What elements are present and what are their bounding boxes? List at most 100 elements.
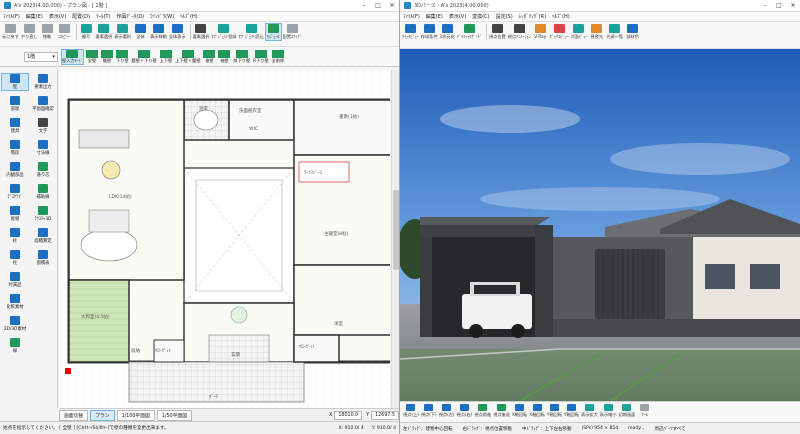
plan-vertical-scrollbar[interactable] <box>391 70 399 408</box>
menu-help[interactable]: ﾍﾙﾌﾟ(H) <box>552 13 570 20</box>
menu-settings[interactable]: 設定(S) <box>496 13 513 20</box>
y-rotate-plus-button[interactable]: Y軸回転 <box>547 404 562 418</box>
module-button[interactable]: ﾓｼﾞｭｰﾙ <box>264 23 282 41</box>
menu-tools[interactable]: ﾂｰﾙ(T) <box>96 13 110 20</box>
fit-view-button[interactable]: 全体表示 <box>169 24 186 40</box>
floor-plan-canvas[interactable]: 浴室 洗面脱衣室 LDK(14帖) 書斎(1帖) ﾜｰｸｽﾍﾟｰｽ 主寝室(8帖… <box>59 70 390 408</box>
undo-button[interactable]: 元に戻す <box>2 24 19 40</box>
menu-place[interactable]: 配置(D) <box>72 13 90 20</box>
full-wall-button[interactable]: 全壁 <box>85 49 98 64</box>
copy-button[interactable]: コピー <box>57 24 72 40</box>
member-color-button[interactable]: 部材色 <box>625 24 640 40</box>
view-move-button[interactable]: 表示移動 <box>150 24 167 40</box>
initial-view-button[interactable]: 初期画面 <box>619 404 635 418</box>
view-right-button[interactable]: 視点(右) <box>457 404 472 418</box>
make-3d-button[interactable]: 3次元化 <box>440 24 455 40</box>
menu-rendering[interactable]: ﾚﾝﾀﾞﾘﾝｸﾞ(R) <box>519 13 546 20</box>
wall-mode-button[interactable]: 壁入力ﾓｰﾄﾞ <box>61 48 84 65</box>
y-coord-field[interactable]: 12697.5 <box>371 410 399 420</box>
sidebar-item-stairs[interactable]: 階段 <box>2 140 28 156</box>
menu-file[interactable]: ﾌｧｲﾙ(F) <box>403 13 420 20</box>
wing-wall-button[interactable]: 袖壁 <box>218 49 231 64</box>
sidebar-item-door[interactable]: 建具 <box>2 118 28 134</box>
zoom-out-button[interactable]: 表示縮小 <box>600 404 617 418</box>
tool-button[interactable]: ﾂｰﾙ <box>637 404 652 418</box>
maximize-icon[interactable]: □ <box>772 2 786 9</box>
maximize-icon[interactable]: □ <box>371 2 385 9</box>
menu-edit[interactable]: 編集(E) <box>426 13 443 20</box>
light-list-button[interactable]: 光源一覧 <box>606 24 623 40</box>
scroll-thumb[interactable] <box>393 190 399 270</box>
menu-drawing-data[interactable]: 作図ﾃﾞｰﾀ(D) <box>116 13 144 20</box>
select-element-button[interactable]: 要素選択 <box>96 24 112 40</box>
quick-view-button[interactable]: ｸｲｯｸﾋﾞｭｰ <box>402 24 419 40</box>
x-coord-field[interactable]: 18010.0 <box>334 410 363 420</box>
whole-button[interactable]: 全体 <box>133 24 148 40</box>
sidebar-item-texture[interactable]: ﾃｸｽﾁｬ3D <box>30 206 56 222</box>
vray-button[interactable]: V-Ray <box>533 24 548 39</box>
minimize-icon[interactable]: – <box>758 2 772 9</box>
sidebar-item-plan-check[interactable]: 平面図確認 <box>30 96 56 112</box>
view-left-button[interactable]: 視点(左) <box>439 404 455 418</box>
menu-help[interactable]: ﾍﾙﾌﾟ(H) <box>180 13 198 20</box>
waist-drop-wall-button[interactable]: 腰壁＋下り壁 <box>132 49 157 64</box>
view-down-button[interactable]: 視点(下) <box>421 404 437 418</box>
screen-switch-button[interactable]: 画面切替 <box>59 409 89 421</box>
sidebar-item-pillar[interactable]: 柱 <box>2 250 28 266</box>
face-view-button[interactable]: 対面ﾋﾞｭｰ <box>571 24 587 40</box>
x-rotate-minus-button[interactable]: X軸回転 <box>529 404 545 418</box>
tab-plan-1-50[interactable]: 1/50平面図 <box>156 409 192 421</box>
tab-plan-1-100[interactable]: 1/100平面図 <box>116 409 155 421</box>
hanging-wall-button[interactable]: 垂壁 <box>203 49 216 64</box>
element-select-button[interactable]: 要素選択 <box>193 24 209 40</box>
slant-drop-wall-button[interactable]: 斜下り壁 <box>233 49 250 64</box>
x-rotate-plus-button[interactable]: X軸回転 <box>512 404 527 418</box>
updown-waist-wall-button[interactable]: 上下壁＋腰壁 <box>175 49 200 64</box>
sidebar-item-asset[interactable]: 2D/3D素材 <box>2 316 28 332</box>
view-backward-button[interactable]: 視点後退 <box>493 404 510 418</box>
viewpoint-animation-button[interactable]: 視点ｱﾆﾒｰｼｮﾝ <box>508 24 531 40</box>
create-condition-button[interactable]: 作成条件 <box>421 24 438 40</box>
3d-viewport[interactable] <box>400 49 800 401</box>
duplicate-button[interactable]: 複写 <box>79 24 94 40</box>
waist-wall-button[interactable]: 腰壁 <box>100 49 113 64</box>
box-view-button[interactable]: ﾎﾞｯｸｽﾋﾞｭｰ <box>550 24 569 40</box>
sidebar-item-wall[interactable]: 壁 <box>1 73 29 91</box>
zoom-in-button[interactable]: 表示拡大 <box>581 404 598 418</box>
sidebar-item-text[interactable]: 文字 <box>30 118 56 134</box>
sidebar-item-material[interactable]: 化粧素材 <box>2 294 28 310</box>
sidebar-item-area[interactable]: 面積算定 <box>30 228 56 244</box>
menu-convert[interactable]: 変換(C) <box>472 13 489 20</box>
view-forward-button[interactable]: 視点前進 <box>474 404 491 418</box>
view-up-button[interactable]: 視点(上) <box>403 404 419 418</box>
object-register-button[interactable]: ｵﾌﾞｼﾞｪｸﾄ登録 <box>211 24 237 40</box>
sidebar-item-column[interactable]: 柱 <box>2 228 28 244</box>
sidebar-item-dimension[interactable]: 寸法線 <box>30 140 56 156</box>
daylight-button[interactable]: 昼夜光 <box>589 24 604 40</box>
sidebar-item-green[interactable]: 緑 <box>2 338 28 354</box>
sidebar-item-grid-line[interactable]: 通り芯 <box>30 162 56 178</box>
menu-window[interactable]: ｳｲﾝﾄﾞｳ(W) <box>150 13 174 20</box>
sidebar-item-accessory[interactable]: 付属品 <box>2 272 28 288</box>
menu-view[interactable]: 表示(V) <box>49 13 66 20</box>
menu-view[interactable]: 表示(V) <box>449 13 466 20</box>
menu-edit[interactable]: 編集(E) <box>26 13 43 20</box>
menu-file[interactable]: ﾌｧｲﾙ(F) <box>3 13 20 20</box>
drop-wall-button[interactable]: 下り壁 <box>116 49 129 64</box>
sidebar-item-roof[interactable]: 屋根 <box>2 206 28 222</box>
y-rotate-minus-button[interactable]: Y軸回転 <box>564 404 579 418</box>
close-icon[interactable]: ✕ <box>786 2 800 9</box>
updown-wall-button[interactable]: 上下壁 <box>160 49 172 64</box>
sidebar-item-interior[interactable]: 内観部品 <box>2 162 28 178</box>
graphic-board-button[interactable]: ｸﾞﾗﾌｨｯｸﾎﾞｰﾄﾞ <box>457 24 482 40</box>
viewpoint-button[interactable]: 視点位置 <box>489 24 506 40</box>
tab-plan[interactable]: プラン <box>90 409 115 421</box>
sidebar-item-area-table[interactable]: 面積表 <box>30 250 56 266</box>
delete-all-button[interactable]: 全削除 <box>272 49 284 64</box>
redo-button[interactable]: やり直し <box>21 24 38 40</box>
floor-select[interactable]: 1階 ▾ <box>24 51 58 62</box>
sidebar-item-export[interactable]: 要素出力 <box>30 74 56 90</box>
snap-button[interactable]: 配置ｽﾅｯﾌﾟ <box>283 24 302 40</box>
sidebar-item-guide-line[interactable]: 補助線 <box>30 184 56 200</box>
object-load-button[interactable]: ｵﾌﾞｼﾞｪｸﾄ読込 <box>239 24 264 40</box>
